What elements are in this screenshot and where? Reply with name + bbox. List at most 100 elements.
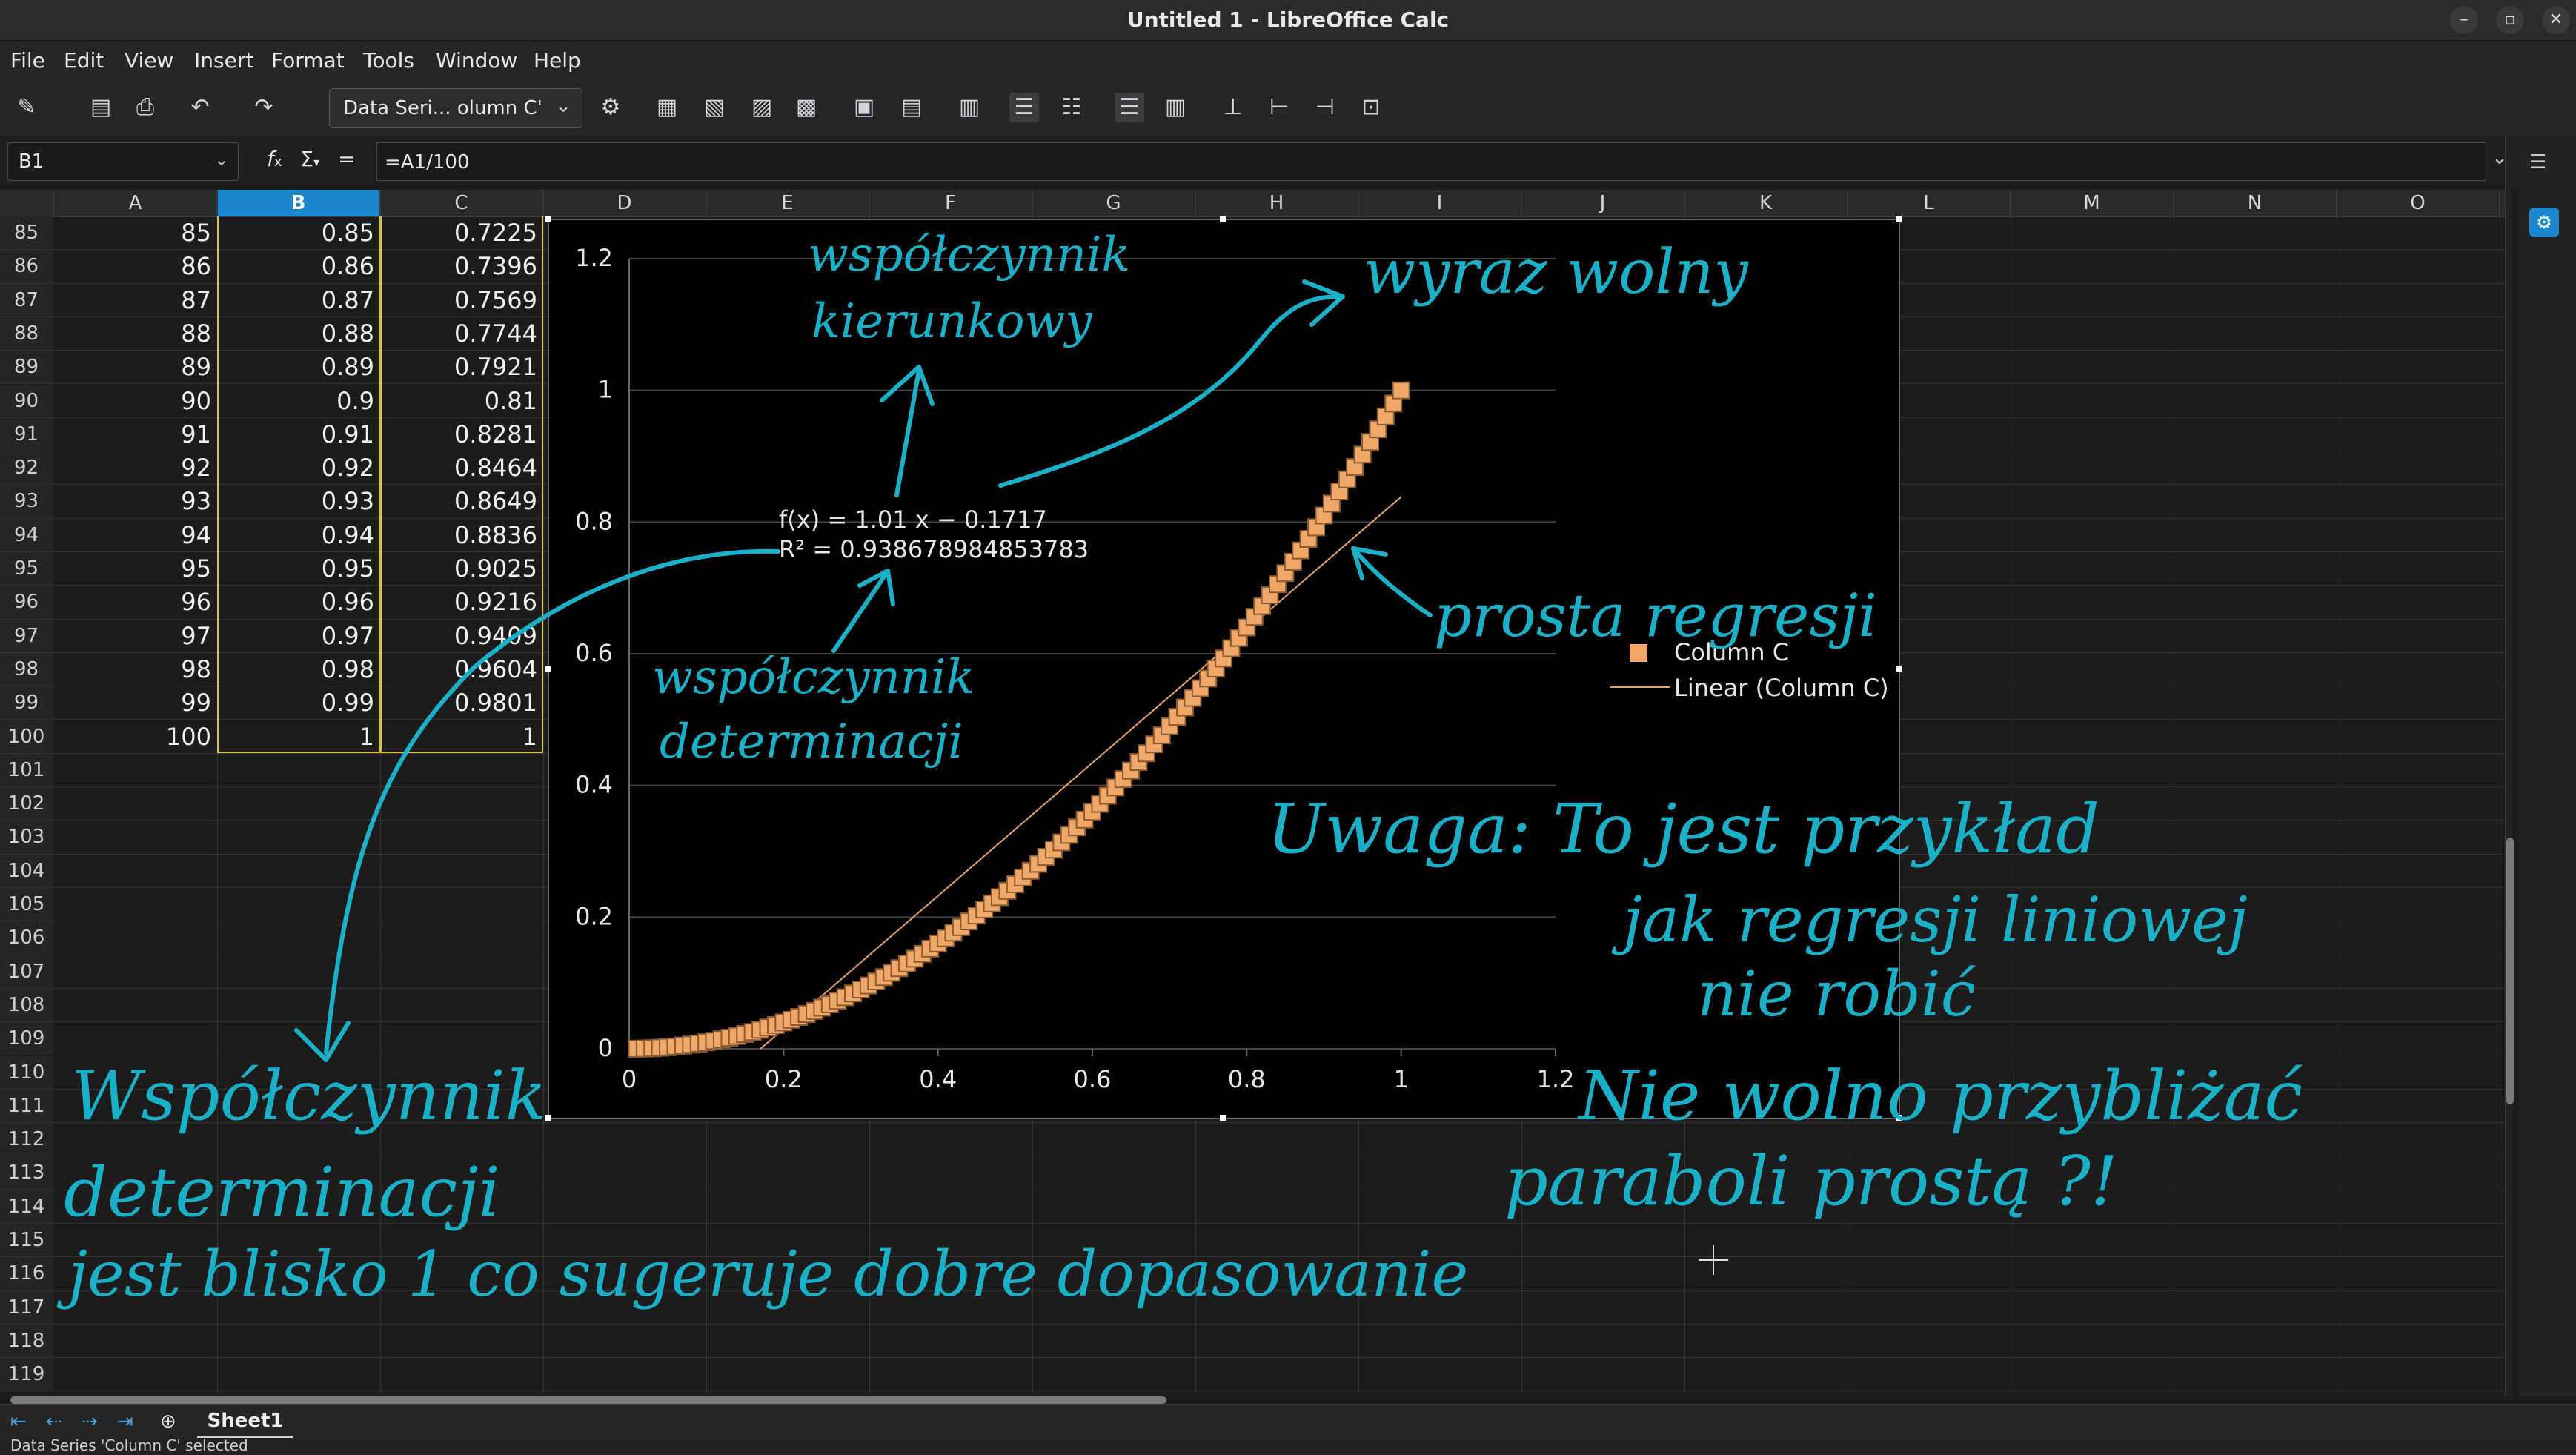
- y-axis-icon[interactable]: ⊢: [1264, 93, 1294, 122]
- cell-a[interactable]: [54, 855, 217, 887]
- properties-icon[interactable]: ⚙: [2529, 208, 2559, 237]
- close-icon[interactable]: ✕: [2542, 6, 2570, 34]
- first-sheet-icon[interactable]: ⇤: [10, 1411, 27, 1433]
- row-header[interactable]: 91: [0, 417, 53, 451]
- undo-icon[interactable]: ↶: [185, 93, 215, 122]
- chart-canvas[interactable]: 0 0.2 0.4 0.6 0.8 1 1.2 0 0.2 0.4 0.6 0.8 1 1.2 f(x) =…: [549, 220, 1899, 1118]
- row-header[interactable]: 100: [0, 720, 53, 753]
- row-header[interactable]: 85: [0, 216, 53, 250]
- cell-b[interactable]: [217, 955, 380, 988]
- row-header[interactable]: 99: [0, 686, 53, 720]
- cell-c[interactable]: [380, 1090, 543, 1122]
- cell-a[interactable]: [54, 1090, 217, 1122]
- row-header[interactable]: 88: [0, 316, 53, 351]
- cell-a[interactable]: 99: [54, 686, 217, 719]
- chart-3d-icon[interactable]: ▩: [791, 93, 821, 122]
- name-box[interactable]: B1 ⌄: [7, 142, 239, 181]
- cell-b[interactable]: [217, 921, 380, 954]
- all-axes-icon[interactable]: ⊡: [1356, 93, 1386, 122]
- cell-b[interactable]: [217, 989, 380, 1021]
- cell-a[interactable]: [54, 787, 217, 820]
- cell-c[interactable]: [380, 1156, 543, 1189]
- cell-a[interactable]: 92: [54, 451, 217, 484]
- row-header[interactable]: 102: [0, 787, 53, 821]
- cell-a[interactable]: 89: [54, 351, 217, 383]
- cell-a[interactable]: [54, 955, 217, 988]
- cell-b[interactable]: [217, 1123, 380, 1156]
- cell-b[interactable]: [217, 1325, 380, 1357]
- cell-b[interactable]: [217, 1257, 380, 1290]
- cell-a[interactable]: [54, 1224, 217, 1256]
- cell-a[interactable]: [54, 1156, 217, 1189]
- row-header[interactable]: 107: [0, 955, 53, 988]
- cell-a[interactable]: 85: [54, 216, 217, 249]
- cell-c[interactable]: [380, 1291, 543, 1324]
- cell-c[interactable]: [380, 855, 543, 887]
- chart-element-select[interactable]: Data Seri... olumn C' ⌄: [329, 88, 582, 128]
- cell-b[interactable]: [217, 1056, 380, 1089]
- cell-c[interactable]: [380, 787, 543, 820]
- print-icon[interactable]: ⎙: [130, 93, 160, 122]
- sidebar-menu-icon[interactable]: ☰: [2529, 151, 2546, 173]
- cell-a[interactable]: 96: [54, 586, 217, 618]
- cell-a[interactable]: [54, 1257, 217, 1290]
- menu-tools[interactable]: Tools: [363, 48, 414, 73]
- cell-c[interactable]: [380, 921, 543, 954]
- cell-c[interactable]: [380, 754, 543, 786]
- row-header[interactable]: 103: [0, 821, 53, 854]
- maximize-icon[interactable]: ▫: [2496, 6, 2524, 34]
- horizontal-grid-icon[interactable]: ☰: [1009, 93, 1039, 122]
- sheet-tab-sheet1[interactable]: Sheet1: [197, 1406, 293, 1438]
- cell-c[interactable]: [380, 1224, 543, 1256]
- cell-b[interactable]: [217, 1358, 380, 1391]
- cell-b[interactable]: [217, 1090, 380, 1122]
- titles-icon[interactable]: ▣: [849, 93, 879, 122]
- cell-a[interactable]: [54, 1291, 217, 1324]
- row-header[interactable]: 114: [0, 1190, 53, 1223]
- sum-icon[interactable]: Σ: [300, 147, 313, 171]
- cell-a[interactable]: [54, 888, 217, 921]
- cell-b[interactable]: [217, 888, 380, 921]
- row-header[interactable]: 86: [0, 250, 53, 283]
- column-header-k[interactable]: K: [1684, 190, 1848, 216]
- cell-a[interactable]: 87: [54, 284, 217, 316]
- cell-b[interactable]: [217, 1190, 380, 1223]
- row-header[interactable]: 113: [0, 1156, 53, 1190]
- cell-a[interactable]: 86: [54, 250, 217, 282]
- format-selection-icon[interactable]: ⚙: [596, 93, 625, 122]
- function-wizard-icon[interactable]: f: [267, 147, 274, 171]
- cell-b[interactable]: [217, 1022, 380, 1055]
- menu-view[interactable]: View: [125, 48, 173, 73]
- row-header[interactable]: 116: [0, 1257, 53, 1290]
- cell-a[interactable]: [54, 754, 217, 786]
- cell-a[interactable]: 97: [54, 620, 217, 652]
- cell-a[interactable]: [54, 1056, 217, 1089]
- cell-c[interactable]: [380, 989, 543, 1021]
- select-all-corner[interactable]: [0, 190, 54, 216]
- cell-b[interactable]: [217, 754, 380, 786]
- cell-b[interactable]: [217, 1224, 380, 1256]
- z-axis-icon[interactable]: ⊣: [1310, 93, 1340, 122]
- cell-c[interactable]: [380, 1325, 543, 1357]
- menu-edit[interactable]: Edit: [64, 48, 104, 73]
- cell-a[interactable]: 95: [54, 552, 217, 585]
- horizontal-scroll-thumb[interactable]: [10, 1396, 1166, 1404]
- row-header[interactable]: 97: [0, 619, 53, 652]
- column-header-j[interactable]: J: [1521, 190, 1684, 216]
- row-header[interactable]: 111: [0, 1089, 53, 1123]
- macro-icon[interactable]: ✎: [12, 93, 42, 122]
- row-header[interactable]: 96: [0, 586, 53, 619]
- row-header[interactable]: 92: [0, 451, 53, 485]
- menu-file[interactable]: File: [10, 48, 45, 73]
- row-header[interactable]: 115: [0, 1224, 53, 1257]
- column-header-a[interactable]: A: [54, 190, 217, 216]
- chart-object[interactable]: 0 0.2 0.4 0.6 0.8 1 1.2 0 0.2 0.4 0.6 0.8 1 1.2 f(x) =…: [548, 219, 1900, 1119]
- formula-input[interactable]: =A1/100: [376, 142, 2486, 181]
- redo-icon[interactable]: ↷: [249, 93, 279, 122]
- row-header[interactable]: 94: [0, 518, 53, 551]
- cell-b[interactable]: [217, 855, 380, 887]
- cell-a[interactable]: [54, 821, 217, 853]
- cell-a[interactable]: [54, 989, 217, 1021]
- row-header[interactable]: 109: [0, 1022, 53, 1055]
- column-header-e[interactable]: E: [706, 190, 869, 216]
